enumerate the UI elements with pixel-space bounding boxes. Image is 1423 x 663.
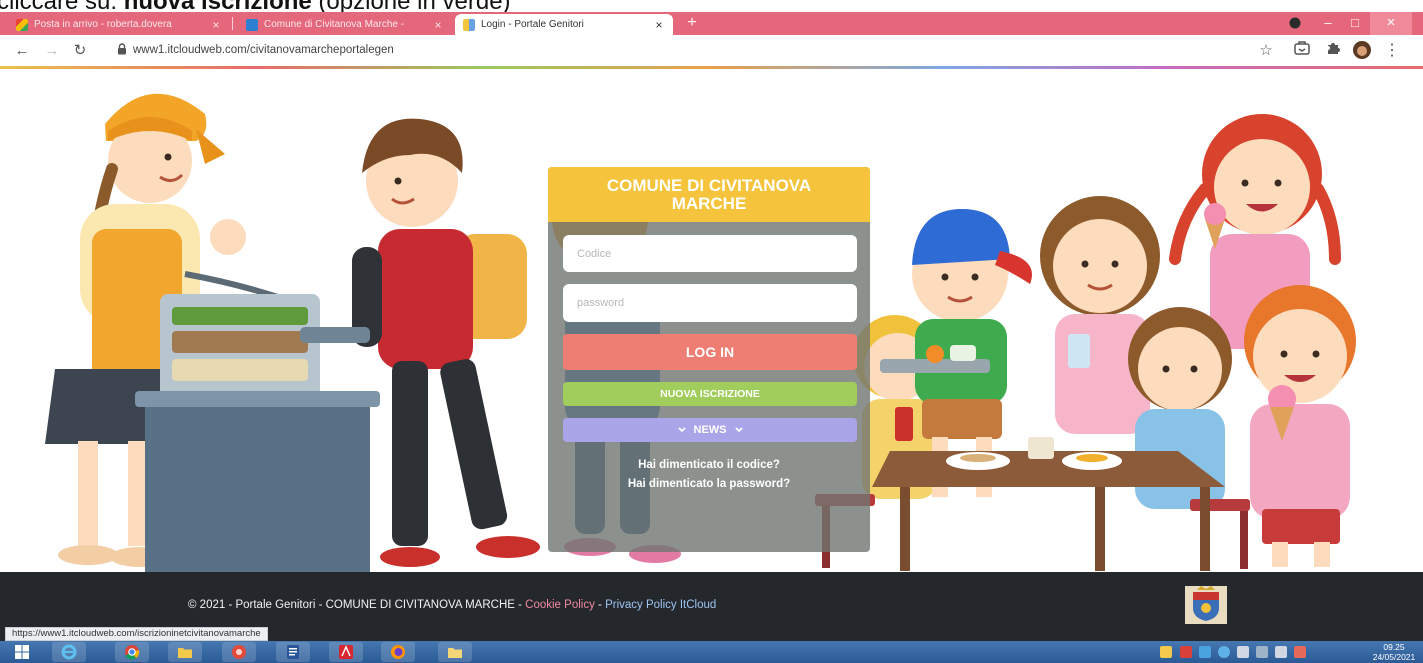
tab-title: Posta in arrivo - roberta.dovera	[34, 19, 172, 30]
privacy-policy-link[interactable]: Privacy Policy ItCloud	[605, 599, 716, 611]
avatar[interactable]	[1352, 41, 1372, 61]
tray-shield-icon[interactable]	[1160, 646, 1172, 658]
browser-menu-button[interactable]: ⋮	[1382, 41, 1402, 61]
tab-login-active[interactable]: Login - Portale Genitori ×	[455, 14, 673, 35]
internet-explorer-icon[interactable]	[52, 642, 86, 662]
browser-tab-bar: Posta in arrivo - roberta.dovera × Comun…	[0, 12, 1423, 35]
reload-button[interactable]: ↻	[70, 41, 90, 61]
address-bar: ← → ↻ www1.itcloudweb.com/civitanovamarc…	[0, 35, 1423, 66]
forgot-code-link[interactable]: Hai dimenticato il codice?	[548, 459, 870, 471]
profile-circle-icon[interactable]	[1284, 12, 1306, 35]
tab-title: Comune di Civitanova Marche -	[264, 19, 405, 30]
windows-taskbar: 09.25 24/05/2021	[0, 641, 1423, 663]
clock-time: 09.25	[1383, 642, 1405, 652]
footer-separator: -	[594, 599, 606, 611]
forward-button[interactable]: →	[42, 41, 62, 61]
tray-speaker-icon[interactable]	[1275, 646, 1287, 658]
folder-icon[interactable]	[438, 642, 472, 662]
cookie-policy-link[interactable]: Cookie Policy	[525, 599, 595, 611]
file-explorer-icon[interactable]	[168, 642, 202, 662]
status-bar-url: https://www1.itcloudweb.com/iscrizionine…	[5, 627, 268, 641]
chevron-down-icon	[677, 427, 686, 433]
windows-start-icon[interactable]	[4, 642, 40, 662]
url-field[interactable]: www1.itcloudweb.com/civitanovamarcheport…	[133, 44, 394, 56]
bookmark-star-icon[interactable]: ☆	[1256, 41, 1276, 61]
red-app-icon[interactable]	[222, 642, 256, 662]
tray-network-icon[interactable]	[1218, 646, 1230, 658]
portal-favicon-icon	[463, 18, 475, 31]
extension-icon[interactable]	[1292, 41, 1312, 61]
login-panel: COMUNE DI CIVITANOVA MARCHE LOG IN NUOVA…	[548, 167, 870, 552]
minimize-button[interactable]: –	[1316, 12, 1340, 35]
tray-sync-icon[interactable]	[1199, 646, 1211, 658]
code-input[interactable]	[563, 235, 857, 272]
tab-close-icon[interactable]: ×	[208, 18, 224, 32]
maximize-button[interactable]: □	[1342, 12, 1368, 35]
tray-flag-icon[interactable]	[1294, 646, 1306, 658]
password-input[interactable]	[563, 284, 857, 322]
tray-display-icon[interactable]	[1256, 646, 1268, 658]
close-window-button[interactable]: ×	[1370, 12, 1412, 35]
lock-icon	[112, 41, 132, 61]
news-toggle-button[interactable]: NEWS	[563, 418, 857, 442]
tray-graph-icon[interactable]	[1180, 646, 1192, 658]
footer-copyright: © 2021 - Portale Genitori - COMUNE DI CI…	[188, 599, 526, 611]
word-icon[interactable]	[276, 642, 310, 662]
news-label: NEWS	[693, 424, 727, 436]
tab-close-icon[interactable]: ×	[430, 18, 446, 32]
login-panel-header: COMUNE DI CIVITANOVA MARCHE	[548, 167, 870, 222]
gmail-icon	[16, 18, 28, 31]
chevron-down-icon	[734, 427, 743, 433]
chrome-icon[interactable]	[115, 642, 149, 662]
firefox-icon[interactable]	[381, 642, 415, 662]
new-registration-button[interactable]: NUOVA ISCRIZIONE	[563, 382, 857, 406]
footer-text: © 2021 - Portale Genitori - COMUNE DI CI…	[188, 599, 716, 611]
clock-date: 24/05/2021	[1372, 652, 1416, 662]
tab-title: Login - Portale Genitori	[481, 19, 584, 30]
site-favicon-icon	[246, 18, 258, 31]
back-button[interactable]: ←	[12, 41, 32, 61]
municipality-title: COMUNE DI CIVITANOVA MARCHE	[606, 176, 812, 213]
tray-volume-icon[interactable]	[1237, 646, 1249, 658]
forgot-password-link[interactable]: Hai dimenticato la password?	[548, 478, 870, 490]
new-tab-button[interactable]: +	[682, 14, 702, 33]
acrobat-icon[interactable]	[329, 642, 363, 662]
tab-separator	[232, 17, 233, 30]
tab-comune[interactable]: Comune di Civitanova Marche - ×	[238, 14, 452, 35]
puzzle-extensions-icon[interactable]	[1323, 41, 1343, 61]
tab-close-icon[interactable]: ×	[651, 18, 667, 32]
login-button[interactable]: LOG IN	[563, 334, 857, 370]
civitanova-crest-icon	[1185, 586, 1227, 624]
taskbar-clock[interactable]: 09.25 24/05/2021	[1368, 642, 1420, 662]
tab-gmail[interactable]: Posta in arrivo - roberta.dovera ×	[8, 14, 230, 35]
